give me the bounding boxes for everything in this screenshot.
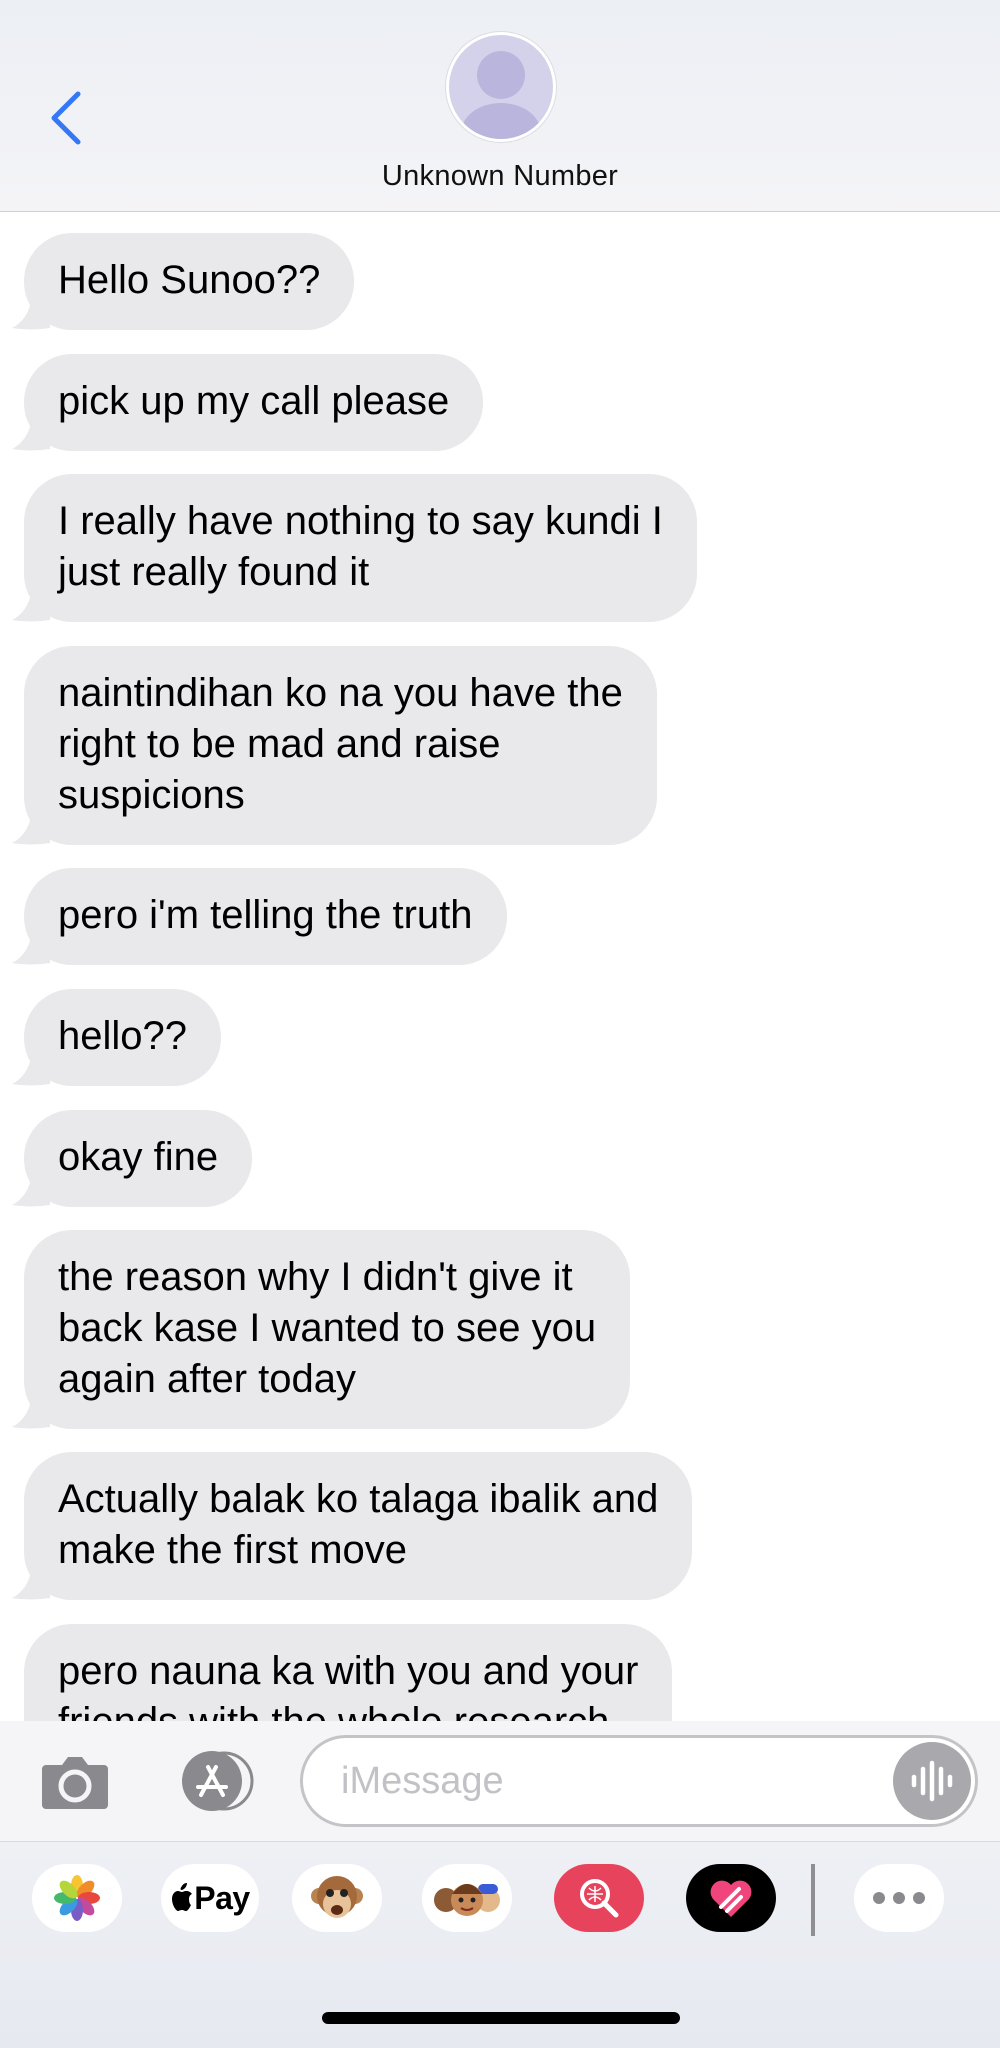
- back-button[interactable]: [40, 88, 90, 148]
- message-input[interactable]: [341, 1738, 861, 1824]
- waveform-icon: [911, 1760, 953, 1802]
- message-line: pick up my call please: [58, 379, 450, 423]
- memoji-button[interactable]: [422, 1864, 512, 1932]
- chevron-left-icon: [51, 91, 81, 145]
- message-line: back kase I wanted to see you: [58, 1306, 597, 1350]
- message-line: suspicions: [58, 773, 245, 817]
- images-search-button[interactable]: [554, 1864, 644, 1932]
- bubble-tail: [12, 298, 50, 330]
- apple-logo-icon: [172, 1883, 193, 1911]
- message-line: the reason why I didn't give it: [58, 1255, 573, 1299]
- apple-pay-label: Pay: [194, 1879, 250, 1916]
- contact-avatar[interactable]: [446, 32, 556, 142]
- bubble-tail: [12, 1568, 50, 1600]
- photos-app-button[interactable]: [32, 1864, 122, 1932]
- message-bubble[interactable]: pick up my call please: [12, 354, 484, 451]
- message-bubble[interactable]: Actually balak ko talaga ibalik and make…: [12, 1452, 693, 1600]
- person-icon: [461, 51, 541, 139]
- bubble-tail: [12, 1175, 50, 1207]
- conversation-header: Unknown Number: [0, 0, 1000, 212]
- drawer-divider: [811, 1864, 815, 1936]
- home-indicator[interactable]: [322, 2012, 680, 2024]
- message-bubble[interactable]: Hello Sunoo??: [12, 233, 355, 330]
- bubble-tail: [12, 813, 50, 845]
- message-line: again after today: [58, 1357, 356, 1401]
- message-bubble[interactable]: okay fine: [12, 1110, 253, 1207]
- message-line: Hello Sunoo??: [58, 258, 321, 302]
- animoji-icon: [311, 1876, 363, 1918]
- bubble-tail: [12, 933, 50, 965]
- more-apps-button[interactable]: [854, 1864, 944, 1932]
- message-bubble[interactable]: I really have nothing to say kundi I jus…: [12, 474, 697, 622]
- memoji-icon: [434, 1884, 500, 1916]
- message-line: hello??: [58, 1014, 188, 1058]
- app-store-icon: [182, 1751, 254, 1811]
- photos-icon: [54, 1875, 100, 1921]
- message-bubble[interactable]: pero nauna ka with you and your friends …: [24, 1624, 673, 1721]
- message-thread[interactable]: Hello Sunoo?? pick up my call please I r…: [0, 213, 1000, 1721]
- camera-icon: [42, 1757, 108, 1809]
- camera-button[interactable]: [38, 1749, 112, 1815]
- digital-touch-icon: [710, 1880, 752, 1917]
- message-line: okay fine: [58, 1135, 219, 1179]
- more-icon: [873, 1892, 925, 1904]
- message-line: friends with the whole research: [58, 1697, 638, 1721]
- message-line: naintindihan ko na you have the: [58, 671, 623, 715]
- message-bubble[interactable]: pero i'm telling the truth: [12, 868, 507, 965]
- compose-bar: [0, 1721, 1000, 1841]
- message-bubble[interactable]: naintindihan ko na you have the right to…: [12, 646, 657, 845]
- contact-name[interactable]: Unknown Number: [0, 160, 1000, 193]
- voice-message-button[interactable]: [893, 1742, 971, 1820]
- bubble-tail: [12, 1054, 50, 1086]
- images-search-icon: [580, 1879, 619, 1918]
- app-store-button[interactable]: [168, 1749, 256, 1813]
- message-line: I really have nothing to say kundi I: [58, 499, 663, 543]
- bubble-tail: [12, 590, 50, 622]
- bubble-tail: [12, 1397, 50, 1429]
- message-line: pero i'm telling the truth: [58, 893, 473, 937]
- digital-touch-button[interactable]: [686, 1864, 776, 1932]
- bubble-tail: [12, 419, 50, 451]
- message-input-container[interactable]: [300, 1735, 978, 1827]
- message-bubble[interactable]: hello??: [12, 989, 222, 1086]
- message-line: pero nauna ka with you and your: [58, 1649, 639, 1693]
- message-line: Actually balak ko talaga ibalik and: [58, 1477, 659, 1521]
- animoji-button[interactable]: [292, 1864, 382, 1932]
- message-line: right to be mad and raise: [58, 722, 501, 766]
- message-line: make the first move: [58, 1528, 408, 1572]
- message-line: just really found it: [58, 550, 370, 594]
- message-bubble[interactable]: the reason why I didn't give it back kas…: [12, 1230, 631, 1429]
- apple-pay-button[interactable]: Pay: [161, 1864, 259, 1932]
